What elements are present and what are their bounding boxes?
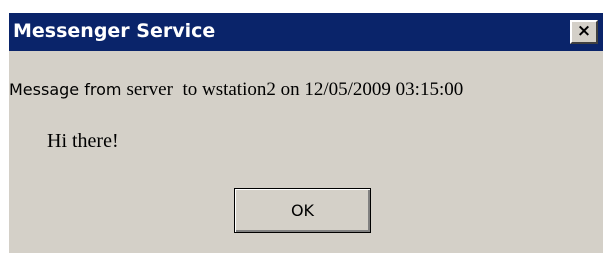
title-bar[interactable]: Messenger Service × bbox=[9, 13, 603, 51]
dialog-title: Messenger Service bbox=[13, 20, 216, 42]
close-icon: × bbox=[576, 21, 592, 41]
messenger-dialog: Messenger Service × Message from server … bbox=[8, 12, 603, 253]
close-button[interactable]: × bbox=[570, 20, 598, 44]
ok-button[interactable]: OK bbox=[234, 188, 371, 233]
message-timestamp: 12/05/2009 03:15:00 bbox=[304, 79, 464, 100]
message-recipient: wstation2 bbox=[201, 79, 276, 100]
message-prefix: Message from bbox=[9, 80, 127, 99]
message-header: Message from server to wstation2 on 12/0… bbox=[9, 79, 463, 101]
message-on: on bbox=[280, 79, 300, 100]
message-sender: server bbox=[126, 79, 173, 100]
message-body: Hi there! bbox=[47, 130, 119, 152]
message-to: to bbox=[182, 79, 198, 100]
